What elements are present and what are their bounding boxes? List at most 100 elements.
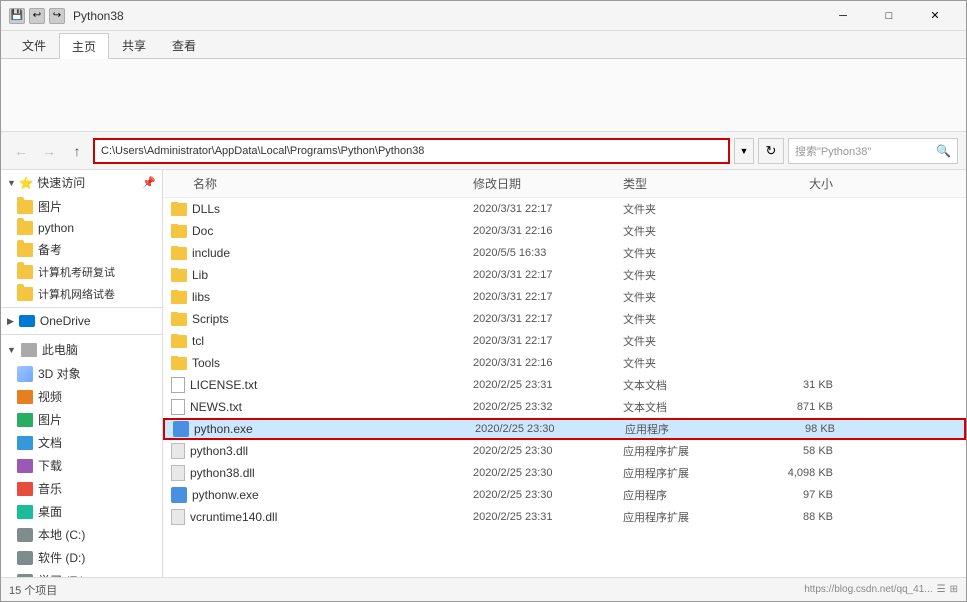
table-row[interactable]: pythonw.exe 2020/2/25 23:30 应用程序 97 KB xyxy=(163,484,966,506)
file-name-cell: LICENSE.txt xyxy=(163,377,473,393)
sidebar-item-backup[interactable]: 备考 xyxy=(1,238,162,261)
tab-home[interactable]: 主页 xyxy=(59,33,109,59)
sidebar-item-network[interactable]: 计算机网络试卷 xyxy=(1,283,162,305)
file-date: 2020/3/31 22:17 xyxy=(473,269,623,281)
table-row[interactable]: Scripts 2020/3/31 22:17 文件夹 xyxy=(163,308,966,330)
header-name[interactable]: 名称 xyxy=(163,175,473,192)
sidebar-sep-1 xyxy=(1,307,162,308)
file-date: 2020/2/25 23:31 xyxy=(473,379,623,391)
table-row[interactable]: python3.dll 2020/2/25 23:30 应用程序扩展 58 KB xyxy=(163,440,966,462)
table-row[interactable]: libs 2020/3/31 22:17 文件夹 xyxy=(163,286,966,308)
address-input[interactable]: C:\Users\Administrator\AppData\Local\Pro… xyxy=(93,138,730,164)
tab-share[interactable]: 共享 xyxy=(109,32,159,58)
search-placeholder: 搜索"Python38" xyxy=(795,143,871,159)
view-icon-grid[interactable]: ⊞ xyxy=(950,584,958,595)
table-row[interactable]: Lib 2020/3/31 22:17 文件夹 xyxy=(163,264,966,286)
file-name: Scripts xyxy=(192,312,229,326)
tab-file[interactable]: 文件 xyxy=(9,32,59,58)
file-name: include xyxy=(192,246,230,260)
sidebar-onedrive[interactable]: ▶ OneDrive xyxy=(1,310,162,332)
search-input[interactable]: 搜索"Python38" 🔍 xyxy=(788,138,958,164)
file-date: 2020/3/31 22:17 xyxy=(473,313,623,325)
sidebar-music-label: 音乐 xyxy=(38,480,62,497)
table-row[interactable]: NEWS.txt 2020/2/25 23:32 文本文档 871 KB xyxy=(163,396,966,418)
file-date: 2020/5/5 16:33 xyxy=(473,247,623,259)
dll-icon xyxy=(171,443,185,459)
save-icon[interactable]: 💾 xyxy=(9,8,25,24)
sidebar-3dobjects[interactable]: 3D 对象 xyxy=(1,362,162,385)
sidebar-localc-label: 本地 (C:) xyxy=(38,526,85,543)
tab-view[interactable]: 查看 xyxy=(159,32,209,58)
table-row[interactable]: vcruntime140.dll 2020/2/25 23:31 应用程序扩展 … xyxy=(163,506,966,528)
close-button[interactable]: ✕ xyxy=(912,1,958,31)
header-type[interactable]: 类型 xyxy=(623,175,763,192)
file-type: 文件夹 xyxy=(623,223,763,239)
sidebar-label-network: 计算机网络试卷 xyxy=(38,286,115,302)
back-button[interactable]: ← xyxy=(9,139,33,163)
file-type: 文件夹 xyxy=(623,267,763,283)
redo-icon[interactable]: ↪ xyxy=(49,8,65,24)
header-date[interactable]: 修改日期 xyxy=(473,175,623,192)
sidebar-docs-label: 文档 xyxy=(38,434,62,451)
sidebar-item-pictures[interactable]: 图片 xyxy=(1,195,162,218)
file-date: 2020/2/25 23:31 xyxy=(473,511,623,523)
doc-icon xyxy=(17,436,33,450)
sidebar-item-cs-exam[interactable]: 计算机考研复试 xyxy=(1,261,162,283)
file-name-cell: Lib xyxy=(163,268,473,282)
sidebar-item-python[interactable]: python xyxy=(1,218,162,238)
maximize-button[interactable]: □ xyxy=(866,1,912,31)
table-row[interactable]: include 2020/5/5 16:33 文件夹 xyxy=(163,242,966,264)
table-row[interactable]: Tools 2020/3/31 22:16 文件夹 xyxy=(163,352,966,374)
ribbon-content xyxy=(1,59,966,131)
status-right: https://blog.csdn.net/qq_41... ☰ ⊞ xyxy=(804,584,958,595)
file-date: 2020/2/25 23:30 xyxy=(475,423,625,435)
file-name-cell: Scripts xyxy=(163,312,473,326)
header-size[interactable]: 大小 xyxy=(763,175,843,192)
sidebar-local-e[interactable]: 学习 (E:) xyxy=(1,569,162,577)
sidebar-desktop[interactable]: 桌面 xyxy=(1,500,162,523)
file-size: 97 KB xyxy=(763,489,843,501)
folder-icon xyxy=(171,269,187,282)
up-button[interactable]: ↑ xyxy=(65,139,89,163)
sidebar-pictures[interactable]: 图片 xyxy=(1,408,162,431)
minimize-button[interactable]: ─ xyxy=(820,1,866,31)
sidebar-music[interactable]: 音乐 xyxy=(1,477,162,500)
txt-icon xyxy=(171,399,185,415)
onedrive-label: OneDrive xyxy=(40,314,91,328)
file-type: 应用程序扩展 xyxy=(623,509,763,525)
file-size: 4,098 KB xyxy=(763,467,843,479)
refresh-button[interactable]: ↻ xyxy=(758,138,784,164)
table-row[interactable]: DLLs 2020/3/31 22:17 文件夹 xyxy=(163,198,966,220)
file-name-cell: python.exe xyxy=(165,421,475,437)
sidebar-thispc[interactable]: ▼ 此电脑 xyxy=(1,337,162,362)
view-icon-list[interactable]: ☰ xyxy=(937,584,946,595)
disk-d-icon xyxy=(17,551,33,565)
table-row[interactable]: python38.dll 2020/2/25 23:30 应用程序扩展 4,09… xyxy=(163,462,966,484)
file-type: 文件夹 xyxy=(623,355,763,371)
disk-c-icon xyxy=(17,528,33,542)
desktop-icon xyxy=(17,505,33,519)
undo-icon[interactable]: ↩ xyxy=(29,8,45,24)
table-row[interactable]: LICENSE.txt 2020/2/25 23:31 文本文档 31 KB xyxy=(163,374,966,396)
table-row[interactable]: tcl 2020/3/31 22:17 文件夹 xyxy=(163,330,966,352)
sidebar-downloads-label: 下载 xyxy=(38,457,62,474)
3d-icon xyxy=(17,366,33,382)
address-dropdown-button[interactable]: ▼ xyxy=(734,138,754,164)
table-row[interactable]: Doc 2020/3/31 22:16 文件夹 xyxy=(163,220,966,242)
sidebar-docs[interactable]: 文档 xyxy=(1,431,162,454)
sidebar-local-d[interactable]: 软件 (D:) xyxy=(1,546,162,569)
forward-button[interactable]: → xyxy=(37,139,61,163)
folder-icon xyxy=(171,225,187,238)
file-name: Lib xyxy=(192,268,208,282)
computer-icon xyxy=(21,343,37,357)
file-date: 2020/2/25 23:30 xyxy=(473,489,623,501)
quick-access-header[interactable]: ▼ ⭐ 快速访问 📌 xyxy=(1,170,162,195)
folder-icon xyxy=(17,200,33,214)
ribbon: 文件 主页 共享 查看 xyxy=(1,31,966,132)
table-row[interactable]: python.exe 2020/2/25 23:30 应用程序 98 KB xyxy=(163,418,966,440)
sidebar-video[interactable]: 视频 xyxy=(1,385,162,408)
sidebar-local-c[interactable]: 本地 (C:) xyxy=(1,523,162,546)
file-size: 58 KB xyxy=(763,445,843,457)
dll-icon xyxy=(171,509,185,525)
sidebar-downloads[interactable]: 下载 xyxy=(1,454,162,477)
